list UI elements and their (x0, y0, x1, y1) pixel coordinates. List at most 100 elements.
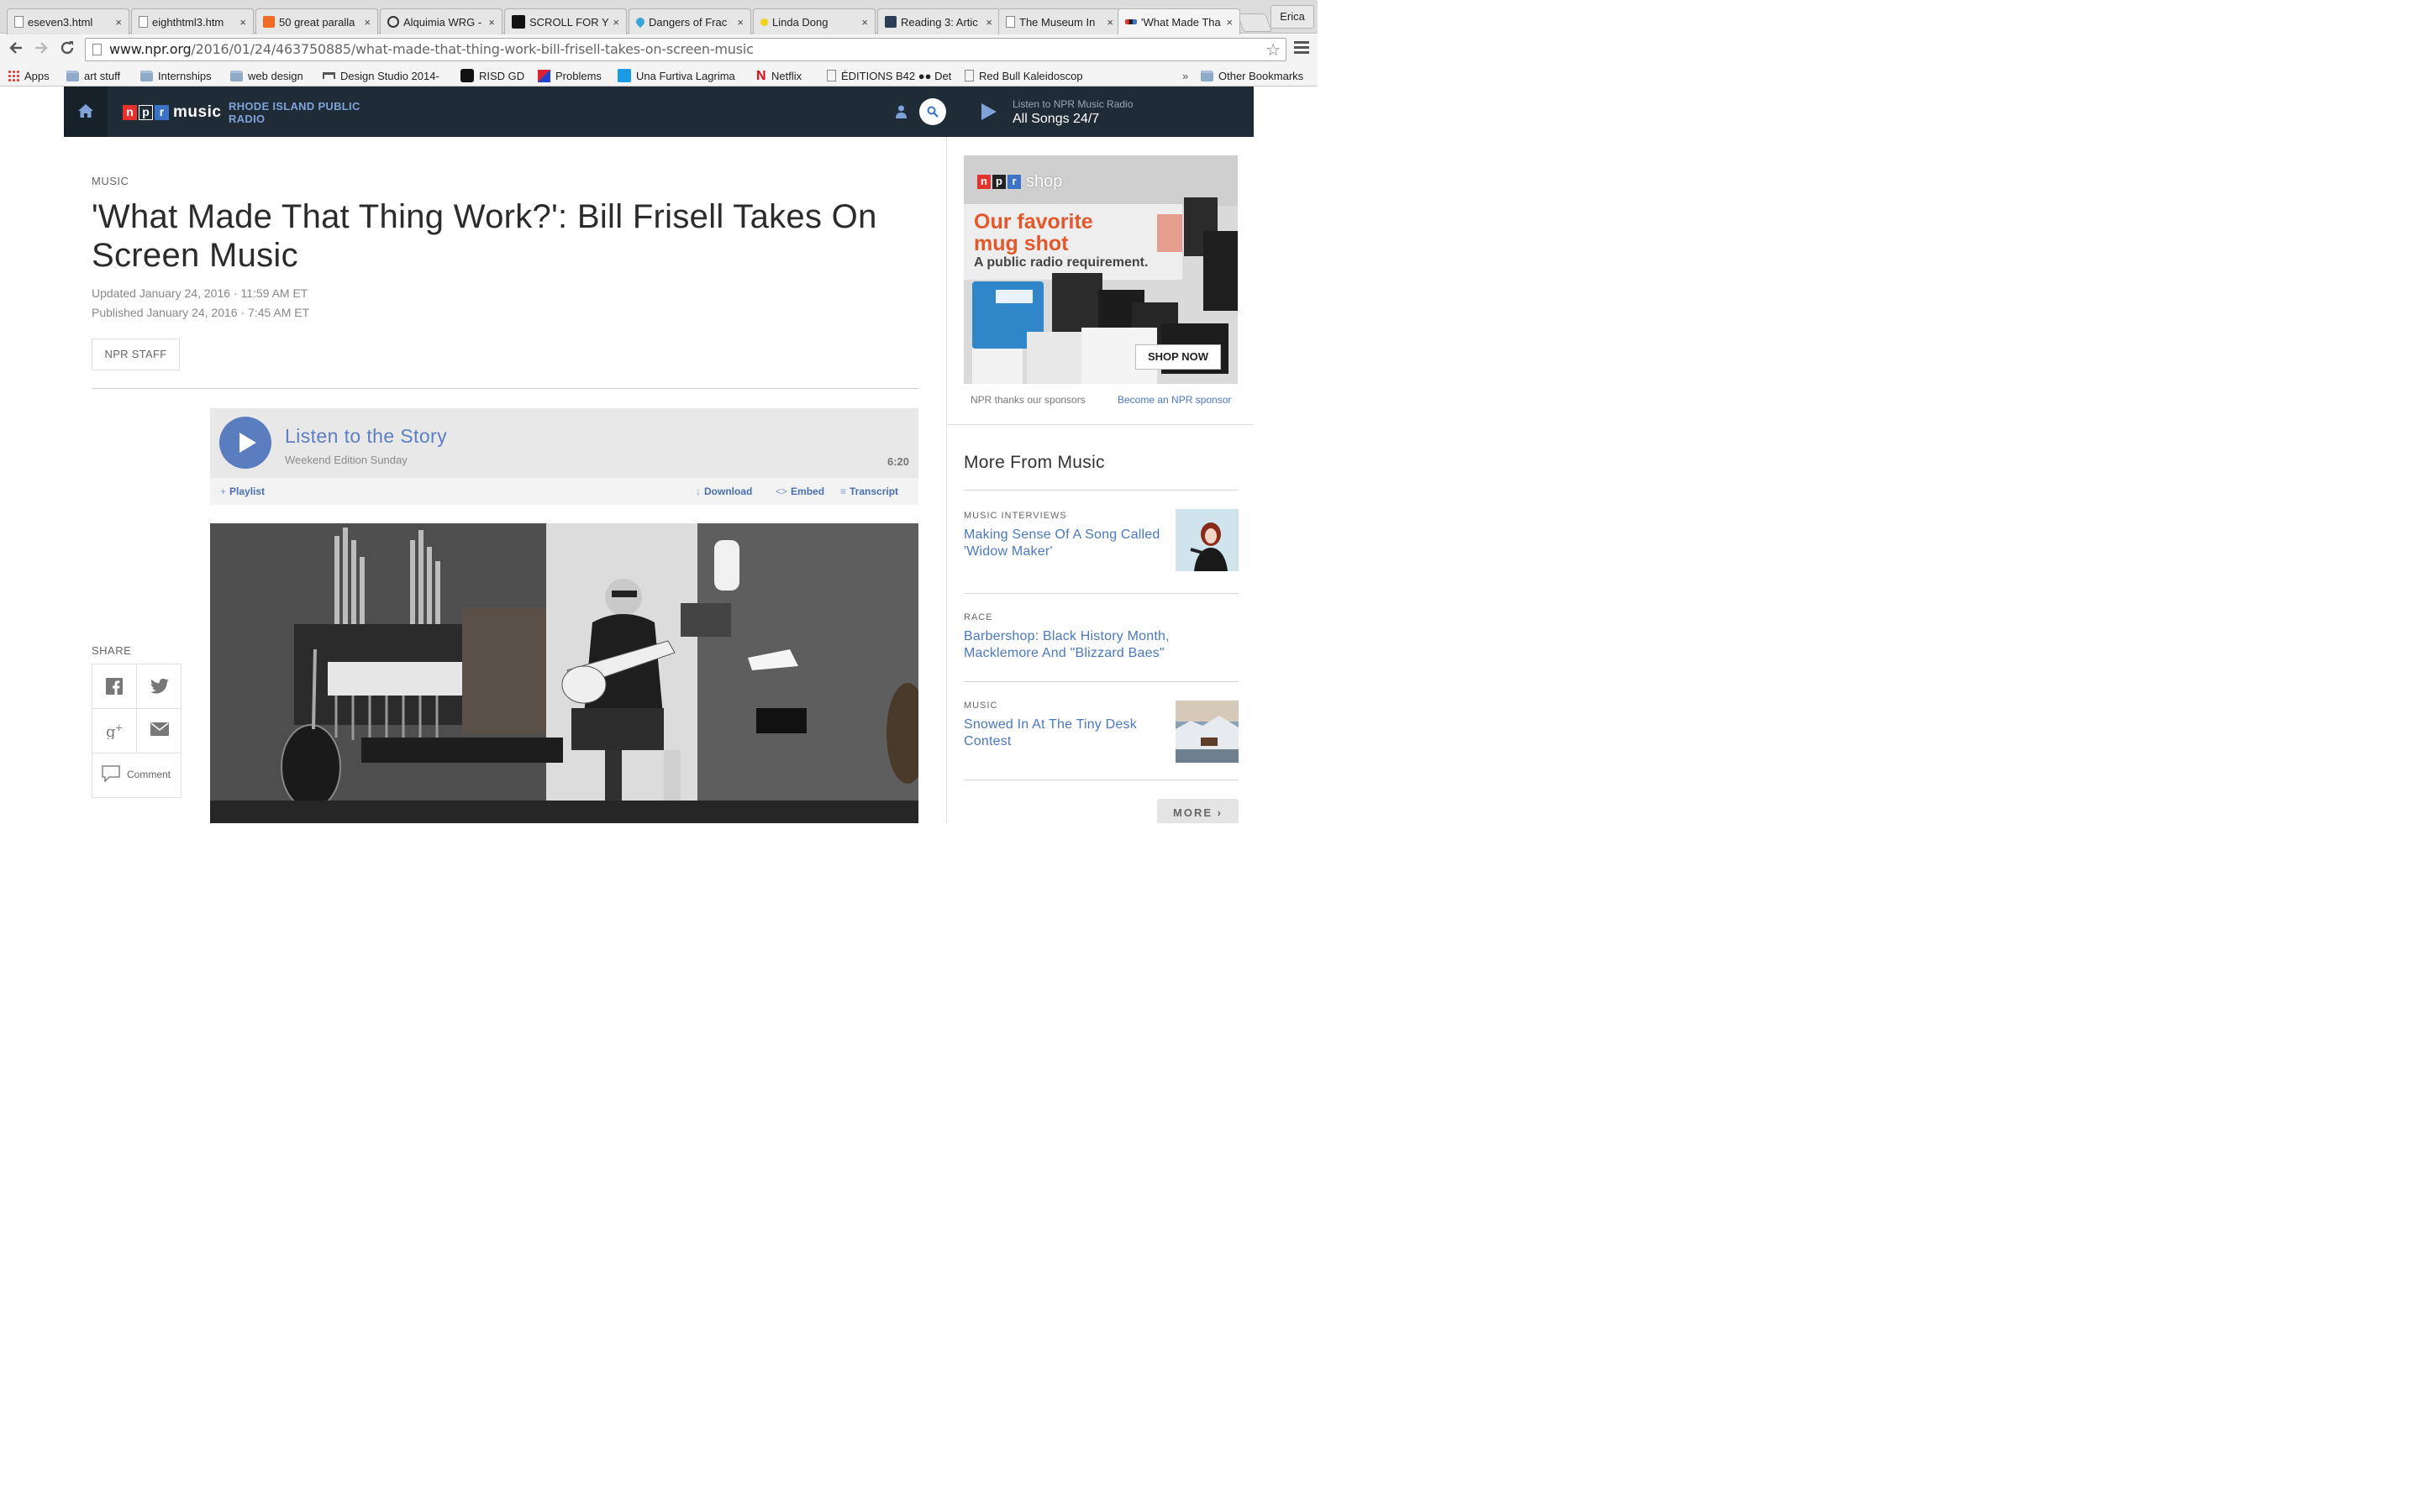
bookmark-folder[interactable]: Internships (140, 68, 212, 83)
browser-tab[interactable]: Linda Dong × (753, 8, 876, 34)
radio-subtitle: Listen to NPR Music Radio (1013, 98, 1134, 110)
radio-play-icon[interactable] (981, 103, 997, 120)
play-button[interactable] (219, 417, 271, 469)
share-googleplus-button[interactable]: g + (92, 709, 137, 753)
divider (964, 681, 1239, 682)
station-name[interactable]: RHODE ISLAND PUBLIC RADIO (229, 100, 360, 125)
playlist-button[interactable]: + Playlist (220, 486, 265, 497)
circle-logo-icon (387, 16, 399, 28)
tab-close-icon[interactable]: × (737, 16, 744, 29)
divider (964, 490, 1239, 491)
story-item[interactable]: RACE Barbershop: Black History Month, Ma… (964, 612, 1239, 662)
browser-menu-button[interactable] (1294, 41, 1309, 56)
browser-tab[interactable]: The Museum In × (998, 8, 1121, 34)
water-drop-icon (634, 15, 647, 29)
become-sponsor-link[interactable]: Become an NPR sponsor (1118, 394, 1231, 406)
bookmark-item[interactable]: Design Studio 2014- (323, 68, 439, 83)
story-category[interactable]: RACE (964, 612, 1239, 622)
tab-close-icon[interactable]: × (488, 16, 495, 29)
story-thumbnail[interactable] (1176, 701, 1239, 763)
article-photo[interactable] (210, 523, 918, 823)
comment-button[interactable]: Comment (92, 753, 181, 797)
tab-close-icon[interactable]: × (986, 16, 992, 29)
story-title[interactable]: Barbershop: Black History Month, Macklem… (964, 628, 1216, 662)
tab-title: Reading 3: Artic (901, 15, 978, 29)
bookmark-apps[interactable]: Apps (8, 68, 50, 83)
tab-close-icon[interactable]: × (1107, 16, 1113, 29)
profile-button[interactable]: Erica (1270, 5, 1314, 29)
address-bar[interactable]: www.npr.org/2016/01/24/463750885/what-ma… (85, 38, 1286, 61)
folder-icon (140, 70, 153, 81)
music-radio-player[interactable]: Listen to NPR Music Radio All Songs 24/7 (948, 87, 1254, 137)
download-button[interactable]: ↓ Download (696, 486, 752, 497)
other-bookmarks[interactable]: Other Bookmarks (1201, 68, 1303, 83)
shop-now-button[interactable]: SHOP NOW (1135, 344, 1221, 370)
bookmark-folder[interactable]: web design (230, 68, 303, 83)
logo-letter-n: n (123, 105, 137, 120)
risd-icon (460, 69, 474, 82)
reload-icon (60, 41, 74, 55)
story-item[interactable]: MUSIC INTERVIEWS Making Sense Of A Song … (964, 509, 1239, 571)
player-title[interactable]: Listen to the Story (285, 425, 447, 448)
bookmark-item[interactable]: Red Bull Kaleidoscop (965, 68, 1083, 83)
url-path: /2016/01/24/463750885/what-made-that-thi… (191, 41, 754, 57)
snow-scene-thumbnail-image (1176, 701, 1239, 763)
bookmark-item[interactable]: N Netflix (756, 68, 802, 83)
ad-shop-word: shop (1026, 172, 1063, 191)
browser-tab-active[interactable]: 'What Made Tha × (1118, 8, 1240, 34)
browser-tab[interactable]: Alquimia WRG - × (380, 8, 502, 34)
story-item[interactable]: MUSIC Snowed In At The Tiny Desk Contest (964, 701, 1239, 763)
email-icon (150, 722, 169, 736)
transcript-button[interactable]: ≡ Transcript (840, 486, 898, 497)
browser-tab[interactable]: Reading 3: Artic × (877, 8, 1000, 34)
back-button[interactable] (6, 39, 26, 60)
u-logo-icon (512, 15, 525, 29)
embed-button[interactable]: <> Embed (776, 486, 824, 497)
player-actions: + Playlist ↓ Download <> Embed ≡ Transcript (210, 478, 918, 505)
share-email-button[interactable] (137, 709, 182, 753)
bookmark-item[interactable]: Una Furtiva Lagrima (618, 68, 735, 83)
account-button[interactable] (896, 105, 907, 123)
reload-button[interactable] (57, 39, 77, 60)
forward-arrow-icon (35, 42, 48, 54)
browser-tab[interactable]: eighthtml3.htm × (131, 8, 254, 34)
netflix-icon: N (756, 68, 766, 83)
story-thumbnail[interactable] (1176, 509, 1239, 571)
svg-text:g: g (106, 723, 116, 739)
bookmarks-overflow-button[interactable]: » (1182, 68, 1188, 83)
jh-logo-icon (885, 16, 897, 28)
transcript-label: Transcript (850, 486, 899, 497)
bookmark-item[interactable]: RISD GD (460, 68, 524, 83)
tab-close-icon[interactable]: × (613, 16, 619, 29)
bookmark-item[interactable]: ÉDITIONS B42 ●● Det (827, 68, 951, 83)
share-twitter-button[interactable] (137, 664, 182, 709)
bookmark-item[interactable]: Problems (538, 68, 602, 83)
bookmark-label: Design Studio 2014- (340, 69, 439, 82)
more-button[interactable]: MORE › (1157, 799, 1239, 823)
tab-close-icon[interactable]: × (115, 16, 122, 29)
facebook-icon (106, 678, 123, 695)
browser-tab[interactable]: Dangers of Frac × (629, 8, 751, 34)
npr-shop-ad[interactable]: n p r shop Our favorite mug shot A publi… (964, 155, 1238, 384)
tab-close-icon[interactable]: × (861, 16, 868, 29)
search-button[interactable] (919, 98, 946, 125)
home-button[interactable] (64, 87, 108, 137)
npr-music-logo[interactable]: n p r music (123, 103, 221, 122)
program-name[interactable]: Weekend Edition Sunday (285, 454, 408, 466)
tab-close-icon[interactable]: × (239, 16, 246, 29)
share-facebook-button[interactable] (92, 664, 137, 709)
tab-close-icon[interactable]: × (364, 16, 371, 29)
story-title[interactable]: Making Sense Of A Song Called 'Widow Mak… (964, 527, 1165, 560)
browser-tab[interactable]: 50 great paralla × (255, 8, 378, 34)
byline-button[interactable]: NPR STAFF (92, 339, 180, 370)
section-kicker[interactable]: MUSIC (92, 175, 129, 187)
story-title[interactable]: Snowed In At The Tiny Desk Contest (964, 717, 1165, 750)
new-tab-button[interactable] (1236, 13, 1273, 32)
browser-tab[interactable]: eseven3.html × (7, 8, 129, 34)
bookmarks-bar: Apps art stuff Internships web design De… (0, 65, 1318, 87)
forward-button[interactable] (31, 39, 51, 60)
browser-tab[interactable]: SCROLL FOR YO × (504, 8, 627, 34)
tab-close-icon[interactable]: × (1226, 16, 1233, 29)
bookmark-star-icon[interactable]: ☆ (1265, 39, 1281, 60)
bookmark-folder[interactable]: art stuff (66, 68, 120, 83)
